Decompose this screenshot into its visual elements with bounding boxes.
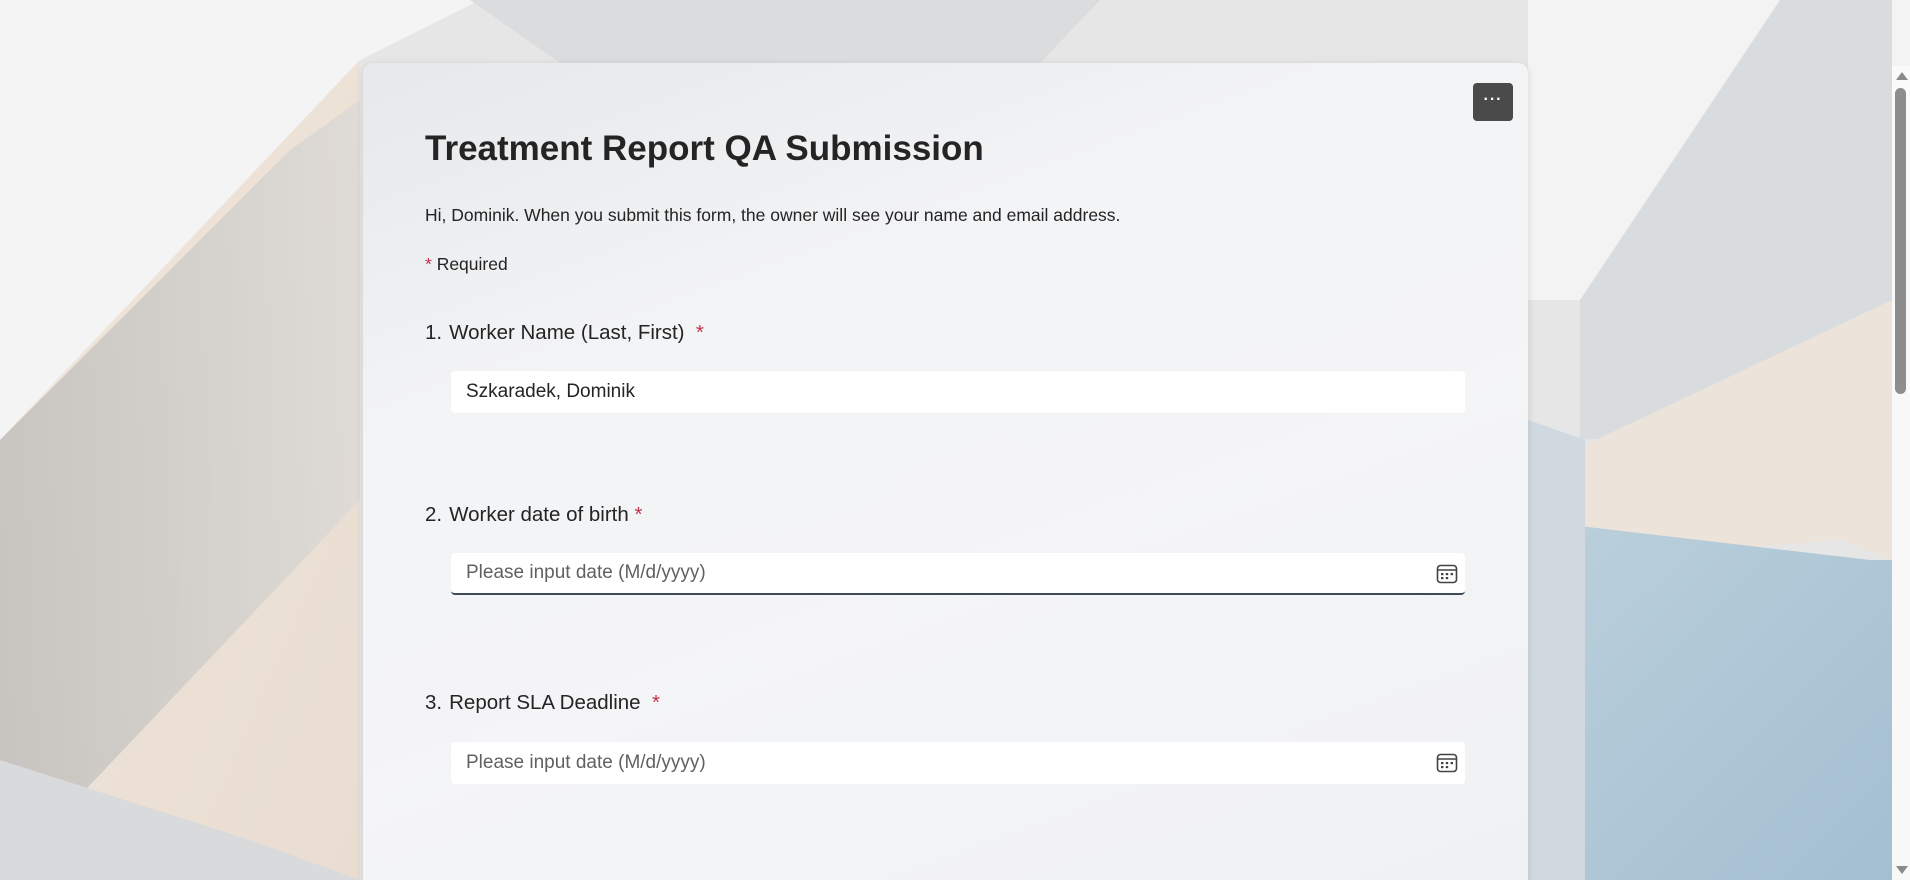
required-asterisk: *: [634, 503, 643, 526]
worker-name-input[interactable]: [451, 371, 1465, 413]
question-number: 2.: [425, 503, 443, 526]
question-title: Worker date of birth: [449, 503, 629, 526]
calendar-icon[interactable]: [1435, 751, 1459, 775]
form-card: ··· Treatment Report QA Submission Hi, D…: [363, 63, 1528, 880]
question-1-label: 1. Worker Name (Last, First) *: [425, 321, 704, 345]
question-number: 3.: [425, 691, 443, 714]
date-of-birth-input[interactable]: [451, 553, 1465, 593]
scroll-down-icon[interactable]: [1896, 866, 1908, 874]
more-options-button[interactable]: ···: [1473, 83, 1513, 121]
required-asterisk: *: [651, 691, 660, 714]
question-title: Report SLA Deadline: [449, 691, 641, 714]
required-label: Required: [436, 254, 508, 274]
page: ··· Treatment Report QA Submission Hi, D…: [0, 0, 1910, 880]
required-note: * Required: [425, 254, 508, 275]
required-asterisk: *: [425, 254, 432, 274]
question-title: Worker Name (Last, First): [449, 321, 685, 344]
sla-deadline-input[interactable]: [451, 742, 1465, 784]
scroll-thumb[interactable]: [1895, 88, 1906, 394]
question-3-label: 3. Report SLA Deadline *: [425, 691, 660, 715]
sla-deadline-field: [451, 742, 1465, 784]
worker-name-field: [451, 371, 1465, 413]
question-2-label: 2. Worker date of birth *: [425, 503, 642, 527]
form-title: Treatment Report QA Submission: [425, 129, 984, 168]
question-number: 1.: [425, 321, 443, 344]
required-asterisk: *: [695, 321, 704, 344]
form-intro: Hi, Dominik. When you submit this form, …: [425, 205, 1121, 225]
scroll-up-icon[interactable]: [1896, 72, 1908, 80]
more-icon: ···: [1483, 91, 1503, 108]
vertical-scrollbar[interactable]: [1892, 66, 1910, 880]
date-of-birth-field: [451, 553, 1465, 595]
calendar-icon[interactable]: [1435, 562, 1459, 586]
